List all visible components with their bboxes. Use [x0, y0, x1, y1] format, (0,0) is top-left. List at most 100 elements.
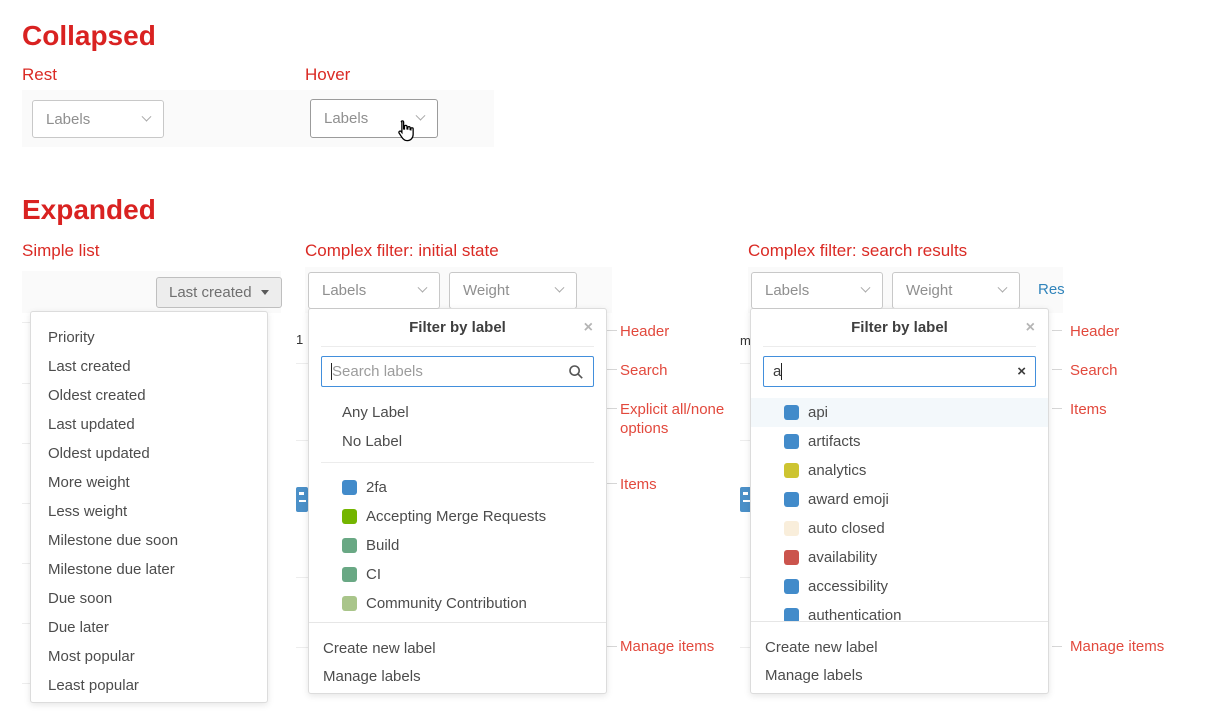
- annotation-leader-line: [607, 330, 617, 331]
- label-item-name: award emoji: [808, 491, 889, 508]
- annotation-search: Search: [620, 361, 668, 380]
- label-search-input[interactable]: Search labels: [321, 356, 594, 387]
- background-line: [296, 363, 308, 364]
- panel-title: Filter by label: [409, 319, 506, 336]
- collapsed-heading: Collapsed: [22, 20, 156, 52]
- sort-option-item[interactable]: Last updated: [31, 410, 267, 439]
- label-item[interactable]: authentication: [751, 601, 1048, 621]
- background-line: [22, 623, 30, 624]
- label-item[interactable]: award emoji: [751, 485, 1048, 514]
- manage-labels-item[interactable]: Manage labels: [751, 662, 1048, 690]
- annotation-leader-line: [1052, 330, 1062, 331]
- create-new-label-item[interactable]: Create new label: [309, 635, 606, 663]
- sort-option-item[interactable]: Least popular: [31, 671, 267, 700]
- manage-labels-item[interactable]: Manage labels: [309, 663, 606, 691]
- label-color-chip: [784, 463, 799, 478]
- annotation-manage-items: Manage items: [1070, 637, 1164, 656]
- annotation-leader-line: [607, 646, 617, 647]
- label-item[interactable]: Community Contribution: [309, 589, 606, 618]
- label-color-chip: [342, 596, 357, 611]
- label-filter-panel-initial: Filter by label × Search labels Any Labe…: [308, 308, 607, 694]
- sort-option-item[interactable]: Milestone due soon: [31, 526, 267, 555]
- label-item-name: analytics: [808, 462, 866, 479]
- sort-option-item[interactable]: Last created: [31, 352, 267, 381]
- weight-filter-dropdown[interactable]: Weight: [892, 272, 1020, 309]
- chevron-down-icon: [998, 283, 1008, 293]
- label-color-chip: [784, 608, 799, 621]
- sort-option-item[interactable]: Due soon: [31, 584, 267, 613]
- label-color-chip: [342, 538, 357, 553]
- hand-pointer-cursor-icon: [394, 118, 416, 144]
- label-item-name: auto closed: [808, 520, 885, 537]
- simple-list-dropdown-panel: Priority Last created Oldest created Las…: [30, 311, 268, 703]
- annotation-leader-line: [607, 483, 617, 484]
- label-item[interactable]: 2fa: [309, 473, 606, 502]
- label-color-chip: [784, 521, 799, 536]
- label-item[interactable]: CI: [309, 560, 606, 589]
- create-new-label-item[interactable]: Create new label: [751, 634, 1048, 662]
- background-line: [22, 443, 30, 444]
- background-text-fragment: m: [740, 333, 750, 348]
- label-search-input[interactable]: a ×: [763, 356, 1036, 387]
- expanded-heading: Expanded: [22, 194, 156, 226]
- labels-dropdown-rest[interactable]: Labels: [32, 100, 164, 138]
- close-icon[interactable]: ×: [1026, 309, 1035, 346]
- sort-option-item[interactable]: Oldest updated: [31, 439, 267, 468]
- all-none-option-item[interactable]: Any Label: [309, 398, 606, 427]
- label-item[interactable]: analytics: [751, 456, 1048, 485]
- background-line: [740, 440, 750, 441]
- label-item[interactable]: auto closed: [751, 514, 1048, 543]
- search-results-list: api artifacts analytics award emoji: [751, 398, 1048, 621]
- search-icon: [568, 364, 584, 380]
- background-line: [22, 322, 30, 323]
- sort-option-item[interactable]: More weight: [31, 468, 267, 497]
- label-color-chip: [784, 579, 799, 594]
- label-item-name: availability: [808, 549, 877, 566]
- sort-option-item[interactable]: Priority: [31, 323, 267, 352]
- all-none-option-item[interactable]: No Label: [309, 427, 606, 456]
- sort-option-item[interactable]: Due later: [31, 613, 267, 642]
- sort-option-item[interactable]: Oldest created: [31, 381, 267, 410]
- label-item-name: 2fa: [366, 479, 387, 496]
- text-caret: [781, 363, 782, 380]
- label-item[interactable]: api: [751, 398, 1048, 427]
- background-line: [22, 683, 30, 684]
- annotation-leader-line: [607, 408, 617, 409]
- label-color-chip: [784, 434, 799, 449]
- sort-option-item[interactable]: Milestone due later: [31, 555, 267, 584]
- label-item[interactable]: accessibility: [751, 572, 1048, 601]
- label-item[interactable]: artifacts: [751, 427, 1048, 456]
- background-line: [296, 440, 308, 441]
- hover-state-label: Hover: [305, 65, 350, 85]
- label-color-chip: [342, 509, 357, 524]
- label-item[interactable]: Build: [309, 531, 606, 560]
- panel-header: Filter by label ×: [309, 309, 606, 346]
- clear-search-icon[interactable]: ×: [1017, 363, 1026, 380]
- weight-filter-dropdown[interactable]: Weight: [449, 272, 577, 309]
- labels-filter-dropdown[interactable]: Labels: [751, 272, 883, 309]
- label-item-name: accessibility: [808, 578, 888, 595]
- simple-list-label: Simple list: [22, 241, 99, 261]
- labels-dropdown-hover[interactable]: Labels: [310, 99, 438, 138]
- sort-dropdown-button[interactable]: Last created: [156, 277, 282, 308]
- reset-link[interactable]: Res: [1038, 281, 1065, 298]
- background-line: [740, 647, 750, 648]
- label-item[interactable]: availability: [751, 543, 1048, 572]
- annotation-items: Items: [620, 475, 657, 494]
- label-item-name: api: [808, 404, 828, 421]
- background-line: [296, 647, 308, 648]
- sort-option-item[interactable]: Less weight: [31, 497, 267, 526]
- close-icon[interactable]: ×: [584, 309, 593, 346]
- background-line: [740, 577, 750, 578]
- annotation-search: Search: [1070, 361, 1118, 380]
- label-item[interactable]: Accepting Merge Requests: [309, 502, 606, 531]
- background-text-fragment: 1: [296, 332, 307, 347]
- background-line: [740, 363, 750, 364]
- labels-filter-dropdown[interactable]: Labels: [308, 272, 440, 309]
- annotation-header: Header: [620, 322, 669, 341]
- sort-option-item[interactable]: Most popular: [31, 642, 267, 671]
- chevron-down-icon: [418, 283, 428, 293]
- background-line: [296, 577, 308, 578]
- annotation-all-none: Explicit all/none options: [620, 400, 730, 438]
- weight-dropdown-label: Weight: [906, 282, 952, 299]
